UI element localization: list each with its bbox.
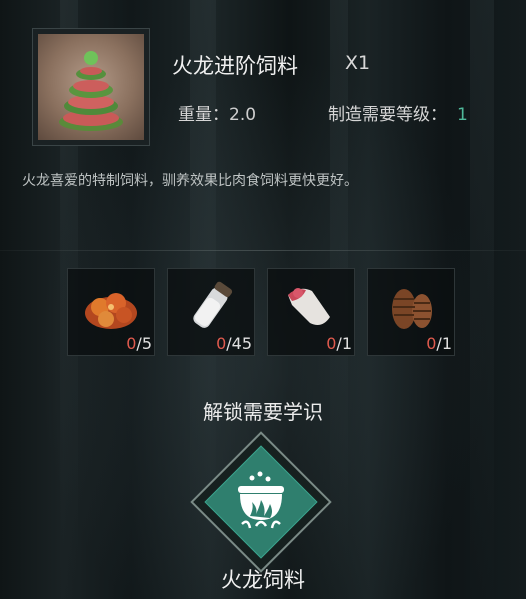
- item-icon-frame: [32, 28, 150, 146]
- item-description: 火龙喜爱的特制饲料，驯养效果比肉食饲料更快更好。: [22, 173, 358, 189]
- ingredient-slot-raw-meat[interactable]: 0/1: [267, 268, 355, 356]
- level-row: 制造需要等级： 1: [328, 100, 468, 125]
- pine-cone-icon: [392, 289, 432, 329]
- cooked-meat-icon: [85, 293, 137, 329]
- unlock-requirement-label: 解锁需要学识: [203, 400, 323, 424]
- skill-name: 火龙饲料: [221, 568, 305, 592]
- level-value: 1: [457, 105, 468, 125]
- weight-label: 重量：: [178, 105, 229, 125]
- ingredient-count: 0/1: [326, 334, 352, 353]
- layered-feed-cake-icon: [38, 34, 144, 140]
- section-divider: [0, 250, 526, 251]
- ingredient-slot-salt[interactable]: 0/45: [167, 268, 255, 356]
- item-name: 火龙进阶饲料: [172, 54, 298, 78]
- ingredient-count: 0/5: [126, 334, 152, 353]
- item-quantity: X1: [345, 52, 371, 74]
- cooking-pot-icon: [238, 471, 284, 529]
- raw-meat-bone-icon: [288, 288, 330, 325]
- ingredient-slot-pine-cone[interactable]: 0/1: [367, 268, 455, 356]
- level-label: 制造需要等级：: [328, 105, 447, 125]
- weight-value: 2.0: [229, 105, 257, 125]
- ingredient-count: 0/45: [216, 334, 252, 353]
- ingredient-count: 0/1: [426, 334, 452, 353]
- weight-row: 重量：2.0: [178, 100, 256, 125]
- ingredient-slot-cooked-meat[interactable]: 0/5: [67, 268, 155, 356]
- salt-shaker-icon: [193, 281, 233, 328]
